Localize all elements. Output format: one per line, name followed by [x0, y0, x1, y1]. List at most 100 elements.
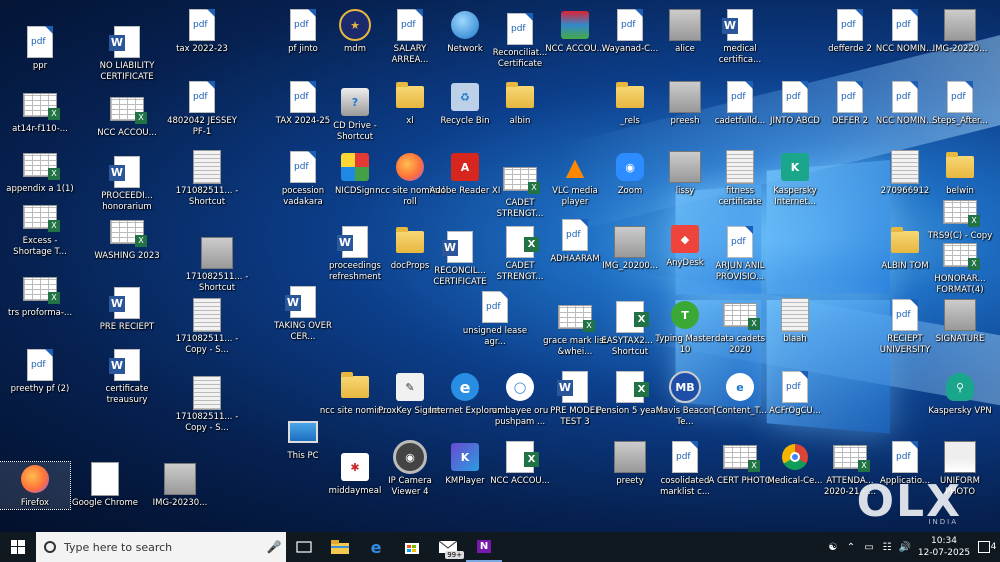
pdf-file-icon: pdf	[290, 81, 316, 113]
desktop-icon[interactable]: pdf tax 2022-23	[167, 8, 237, 55]
desktop-icon[interactable]: appendix a 1(1)	[5, 148, 75, 195]
desktop-icon[interactable]: NCC ACCOU...	[485, 440, 555, 487]
excel-file-icon	[616, 371, 649, 403]
desktop-icon-image	[503, 440, 539, 474]
action-center-button[interactable]: 4	[974, 532, 1000, 562]
battery-icon[interactable]: ▭	[860, 542, 878, 553]
desktop-icon[interactable]: PRE RECIEPT	[92, 286, 162, 333]
desktop-icon[interactable]: NO LIABILITY CERTIFICATE	[92, 25, 162, 82]
desktop-icon[interactable]: 171082511... - Shortcut	[172, 150, 242, 207]
desktop-icon[interactable]: Google Chrome	[70, 462, 140, 509]
desktop-icon[interactable]: K Kaspersky Internet...	[760, 150, 830, 207]
desktop-icon-image	[668, 150, 702, 184]
edge-button[interactable]: e	[358, 532, 394, 562]
desktop-icon-image: e	[448, 370, 482, 404]
spreadsheet-thumbnail-icon	[110, 97, 147, 124]
desktop-icon[interactable]: pdf preethy pf (2)	[5, 348, 75, 395]
store-icon	[405, 543, 419, 554]
desktop-icon-image	[109, 348, 144, 382]
desktop-icon[interactable]: TRS9(C) - Copy	[925, 195, 995, 242]
pdf-file-icon: pdf	[189, 9, 215, 41]
desktop-icon[interactable]: PROCEEDI... honorarium	[92, 155, 162, 212]
kmplayer-icon: K	[451, 443, 479, 471]
desktop-icon-image: K	[778, 150, 812, 184]
desktop-icon[interactable]: pdf ACFrOgCU...	[760, 370, 830, 417]
desktop-icon[interactable]: pdf ARJUN ANIL PROVISIO...	[705, 225, 775, 282]
desktop-icon-label: trs proforma-...	[7, 308, 73, 318]
desktop-icon-image	[393, 80, 427, 114]
desktop-icon-image: pdf	[558, 218, 592, 252]
desktop-icon[interactable]: pdf unsigned lease agr...	[460, 290, 530, 347]
desktop-icon[interactable]: trs proforma-...	[5, 272, 75, 319]
onenote-button[interactable]: N	[466, 532, 502, 562]
people-icon[interactable]: ☯	[824, 542, 842, 553]
notification-count: 4	[990, 542, 997, 552]
desktop-icon-label: unsigned lease agr...	[462, 326, 528, 347]
desktop-icon[interactable]: Excess - Shortage T...	[5, 200, 75, 257]
desktop-icon[interactable]: IMG-20220...	[925, 8, 995, 55]
desktop-icon[interactable]: 171082511... - Shortcut	[182, 236, 252, 293]
desktop-icon[interactable]: 171082511... - Copy - S...	[172, 376, 242, 433]
desktop-icon[interactable]: IMG-20230...	[145, 462, 215, 509]
pdf-file-icon: pdf	[892, 9, 918, 41]
word-document-icon	[109, 26, 140, 58]
desktop-icon-image	[558, 300, 595, 334]
pdf-file-icon: pdf	[27, 26, 53, 58]
search-icon	[44, 541, 56, 553]
desktop-icon-image	[23, 88, 60, 122]
show-hidden-icons-chevron-icon[interactable]: ⌃	[842, 542, 860, 553]
desktop-icon[interactable]: WASHING 2023	[92, 215, 162, 262]
desktop-icon-image	[23, 200, 60, 234]
desktop-icon-image	[190, 150, 224, 184]
desktop-icon[interactable]: pdf ppr	[5, 25, 75, 72]
spreadsheet-thumbnail-icon	[503, 167, 540, 194]
desktop-icon-label: Kaspersky Internet...	[773, 186, 817, 207]
volume-icon[interactable]: 🔊	[896, 542, 914, 553]
desktop-icon[interactable]: pdf Steps_After...	[925, 80, 995, 127]
store-button[interactable]	[394, 532, 430, 562]
network-tray-icon[interactable]: ☷	[878, 542, 896, 553]
desktop-icon[interactable]: at14r-f110-...	[5, 88, 75, 135]
word-document-icon	[109, 349, 140, 381]
desktop-icon[interactable]: ⚲ Kaspersky VPN	[925, 370, 995, 417]
desktop-icon-label: Excess - Shortage T...	[13, 236, 67, 257]
word-document-icon	[557, 371, 588, 403]
taskbar-search-box[interactable]: Type here to search 🎤	[36, 532, 286, 562]
word-document-icon	[285, 286, 316, 318]
mail-button[interactable]: 99+	[430, 532, 466, 562]
image-thumbnail-icon	[614, 226, 646, 258]
file-explorer-button[interactable]	[322, 532, 358, 562]
scanned-document-icon	[193, 150, 221, 184]
start-button[interactable]	[0, 532, 36, 562]
desktop-icon[interactable]: certificate treausury	[92, 348, 162, 405]
desktop-icon[interactable]: blaah	[760, 298, 830, 345]
task-view-button[interactable]	[286, 532, 322, 562]
image-thumbnail-icon	[669, 81, 701, 113]
desktop-icon-image: ✱	[338, 450, 372, 484]
network-globe-icon	[451, 11, 479, 39]
desktop-icon[interactable]: Firefox	[0, 461, 71, 510]
desktop-icon-label: preethy pf (2)	[10, 384, 70, 394]
desktop-icon[interactable]: NCC ACCOU...	[92, 92, 162, 139]
clock[interactable]: 10:34 12-07-2025	[914, 535, 974, 559]
desktop-icon-image: pdf	[613, 8, 647, 42]
desktop-icon[interactable]: HONORAR... FORMAT(4)	[925, 238, 995, 295]
microphone-icon[interactable]: 🎤	[262, 540, 286, 554]
desktop-icon-image: pdf	[23, 25, 57, 59]
desktop-icon-image	[23, 148, 60, 182]
desktop-icon-image	[503, 80, 537, 114]
desktop[interactable]: pdf ppr at14r-f110-... appendix a 1(1) Exces…	[0, 0, 1000, 532]
desktop-icon[interactable]: albin	[485, 80, 555, 127]
firefox-icon	[396, 153, 424, 181]
desktop-icon[interactable]: medical certifica...	[705, 8, 775, 65]
desktop-icon-image	[110, 92, 147, 126]
desktop-icon[interactable]: pdf 4802042 JESSEY PF-1	[167, 80, 237, 137]
desktop-icon-label: NCC ACCOU...	[97, 128, 157, 138]
desktop-icon[interactable]: SIGNATURE	[925, 298, 995, 345]
spreadsheet-thumbnail-icon	[110, 220, 147, 247]
desktop-icon[interactable]: TAKING OVER CER...	[268, 285, 338, 342]
desktop-icon[interactable]: 171082511... - Copy - S...	[172, 298, 242, 355]
desktop-icon[interactable]: belwin	[925, 150, 995, 197]
scanned-document-icon	[781, 298, 809, 332]
desktop-icon-image	[18, 462, 52, 496]
